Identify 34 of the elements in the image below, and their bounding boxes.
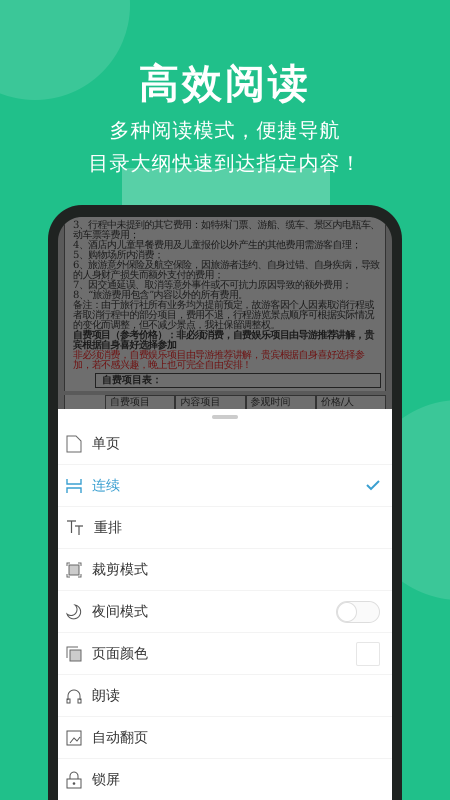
- image-page-icon: [66, 730, 82, 746]
- menu-item[interactable]: 朗读: [58, 675, 392, 717]
- document-text: 备注：由于旅行社所有业务均为提前预定，故游客因个人因素取消行程或者取消行程中的部分项目，费用不退，行程游览景点顺序可根据实际情况的变化而调整，但不减少景点，我社保留调整权。: [73, 301, 376, 331]
- subtitle: 多种阅读模式，便捷导航: [110, 117, 340, 144]
- lock-icon: [66, 770, 82, 788]
- document-text: 6、旅游意外保险及航空保险，因旅游者违约、自身过错、自身疾病，导致的人身财产损失而额外支付的费用；: [73, 261, 381, 281]
- crop-icon: [66, 562, 82, 578]
- document-text: 7、因交通延误、取消等意外事件或不可抗力原因导致的额外费用；: [73, 281, 352, 291]
- layers-icon: [66, 646, 82, 662]
- document-text: 8、“旅游费用包含”内容以外的所有费用。: [73, 291, 249, 301]
- table-title: 自费项目表：: [95, 373, 381, 388]
- menu-item[interactable]: 自动翻页: [58, 717, 392, 759]
- document-text: 自费项目（参考价格）：非必须消费，自费娱乐项目由导游推荐讲解，贵宾根据自身喜好选择参加: [73, 331, 376, 351]
- headline: 高效阅读: [139, 60, 311, 109]
- moon-icon: [66, 604, 82, 620]
- subtitle: 目录大纲快速到达指定内容！: [88, 150, 362, 177]
- color-swatch[interactable]: [356, 642, 380, 666]
- menu-item[interactable]: 裁剪模式: [58, 549, 392, 591]
- continuous-pages-icon: [66, 478, 82, 494]
- text-size-icon: [66, 520, 84, 536]
- page-icon: [66, 434, 82, 452]
- drag-handle[interactable]: [212, 415, 238, 419]
- headphones-icon: [66, 688, 82, 704]
- menu-item[interactable]: 页面颜色: [58, 633, 392, 675]
- document-text: 4、酒店内儿童早餐费用及儿童报价以外产生的其他费用需游客自理；: [73, 241, 362, 251]
- menu-item[interactable]: 单页: [58, 423, 392, 465]
- menu-item[interactable]: 重排: [58, 507, 392, 549]
- night-mode-switch[interactable]: [336, 600, 380, 622]
- menu-item[interactable]: 夜间模式: [58, 591, 392, 633]
- document-text: 非必须消费，自费娱乐项目由导游推荐讲解，贵宾根据自身喜好选择参加，若不感兴趣，晚上也可完全自由安排！: [73, 351, 366, 371]
- menu-item[interactable]: 锁屏: [58, 759, 392, 800]
- document-text: 3、行程中未提到的其它费用：如特殊门票、游船、缆车、景区内电瓶车、动车票等费用；: [73, 221, 381, 241]
- check-icon: [366, 480, 380, 491]
- document-text: 5、购物场所内消费；: [73, 251, 164, 261]
